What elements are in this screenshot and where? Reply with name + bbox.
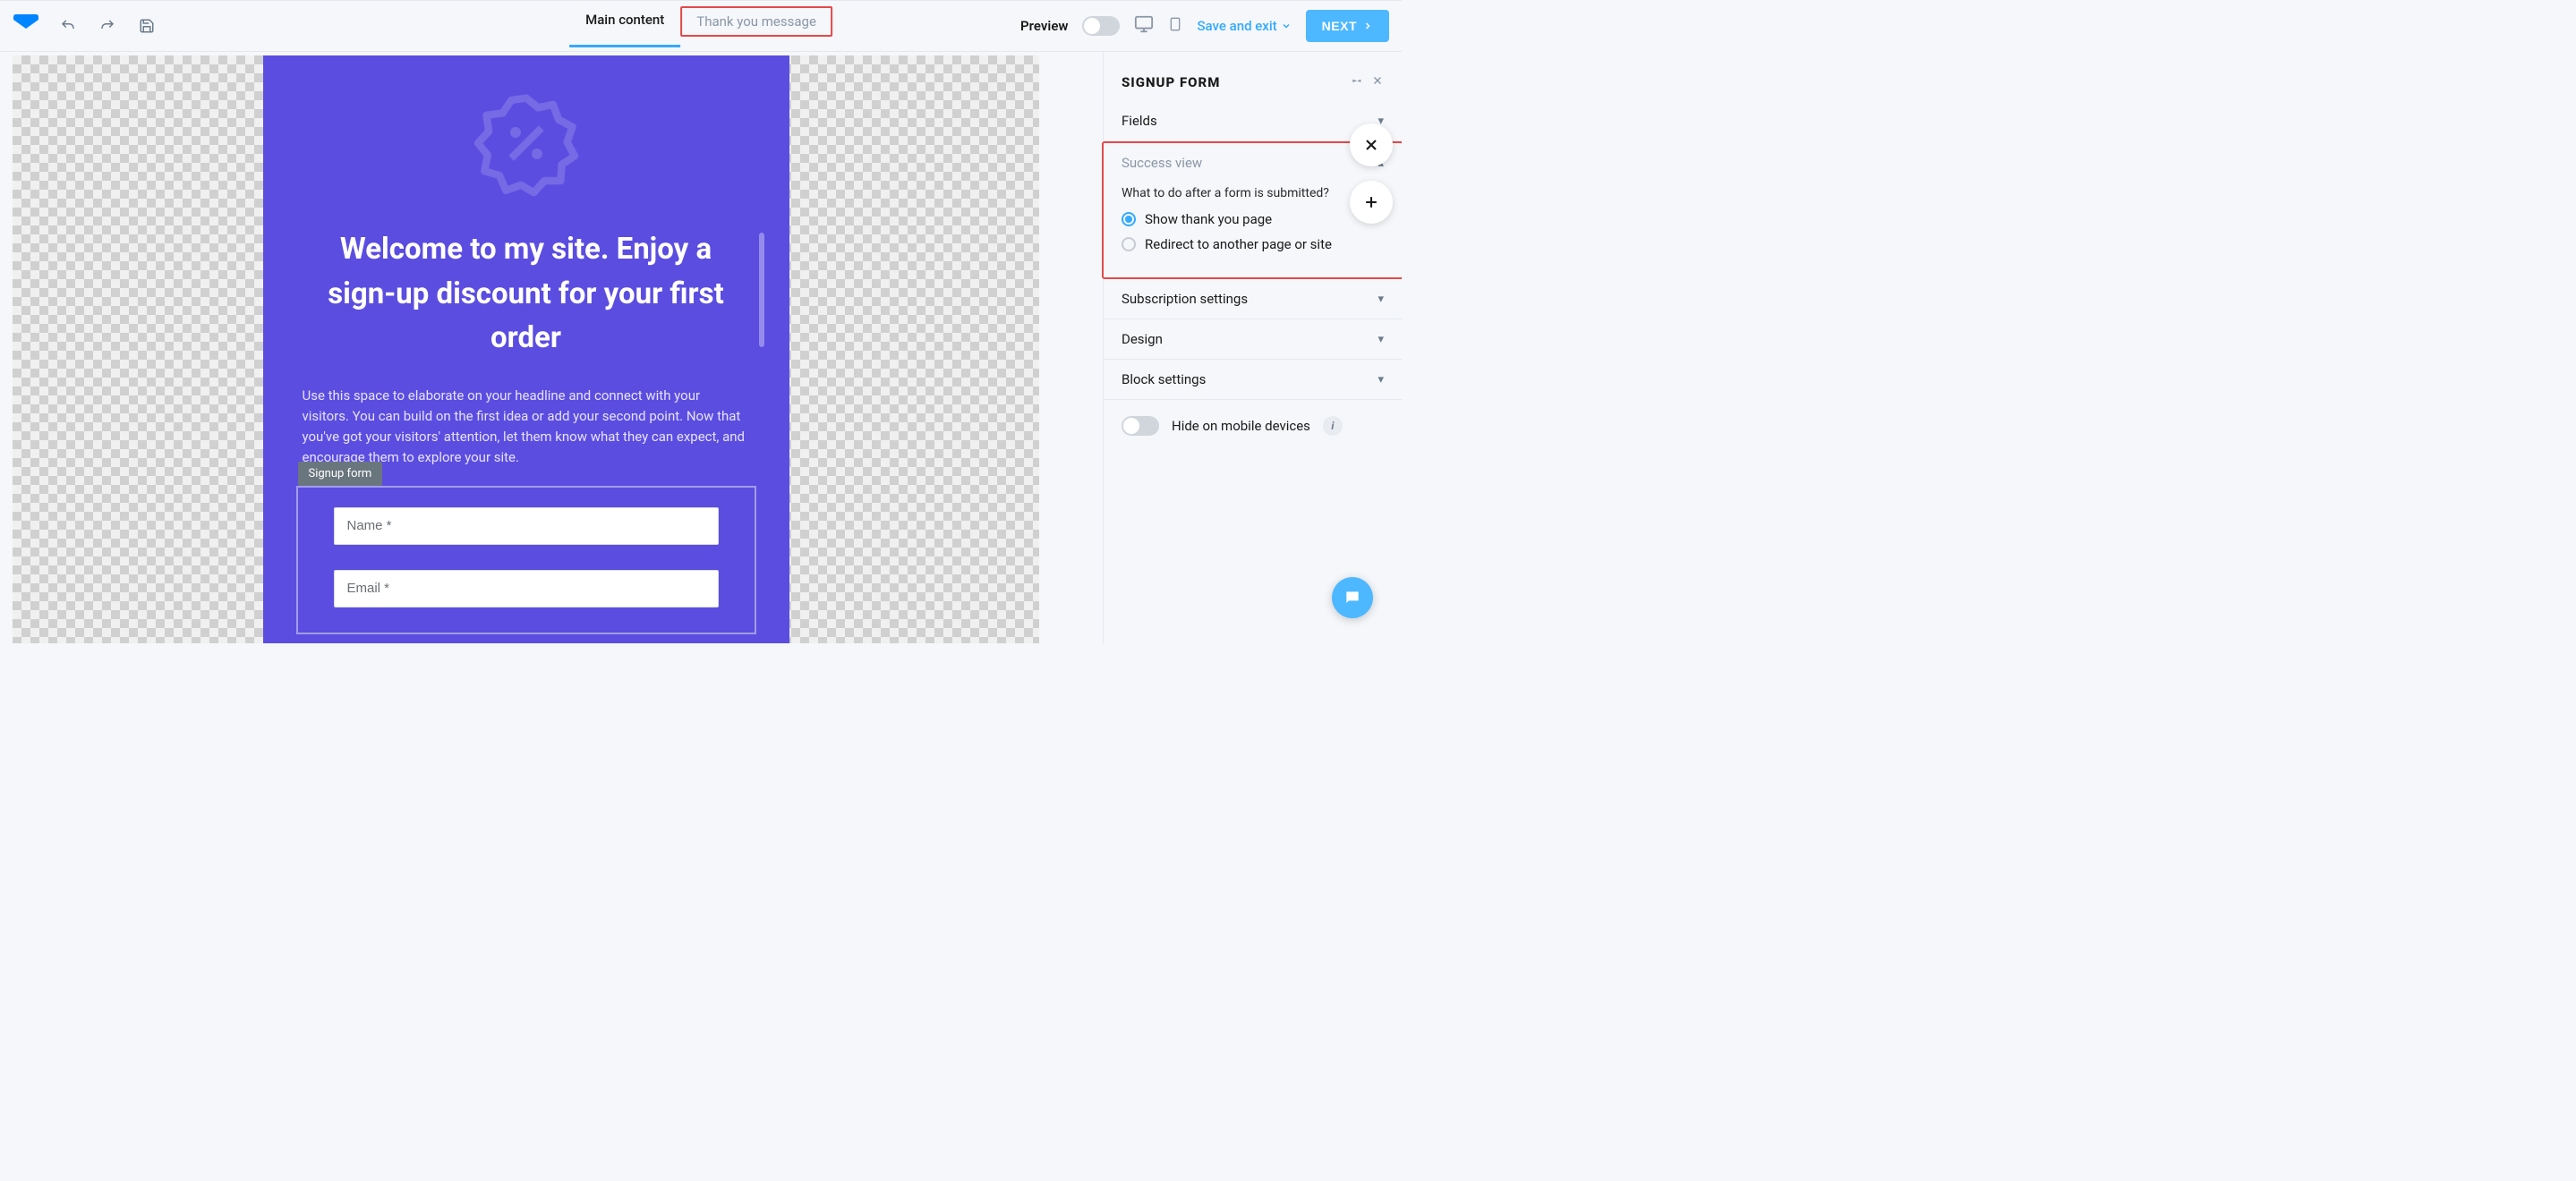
- headline-text: Welcome to my site. Enjoy a sign-up disc…: [297, 227, 755, 361]
- next-label: NEXT: [1322, 19, 1357, 33]
- section-design-label: Design: [1122, 331, 1163, 347]
- chevron-down-icon: ▾: [1378, 373, 1384, 387]
- mobile-icon[interactable]: [1168, 15, 1182, 37]
- success-question: What to do after a form is submitted?: [1122, 186, 1384, 200]
- tab-thank-you[interactable]: Thank you message: [680, 6, 832, 37]
- discount-badge-icon: [473, 89, 580, 200]
- editor-canvas[interactable]: Welcome to my site. Enjoy a sign-up disc…: [13, 55, 1039, 643]
- canvas-area: Welcome to my site. Enjoy a sign-up disc…: [0, 52, 1103, 643]
- preview-label: Preview: [1020, 18, 1068, 34]
- section-subscription-label: Subscription settings: [1122, 291, 1248, 307]
- radio-icon: [1122, 212, 1136, 226]
- tab-main-content[interactable]: Main content: [569, 12, 680, 37]
- undo-icon[interactable]: [57, 15, 79, 37]
- section-success-label: Success view: [1122, 155, 1202, 171]
- chat-support-button[interactable]: [1332, 577, 1373, 618]
- chat-icon: [1343, 589, 1361, 607]
- save-and-exit-button[interactable]: Save and exit: [1197, 18, 1291, 34]
- chevron-down-icon: [1281, 21, 1292, 31]
- hide-mobile-label: Hide on mobile devices: [1172, 418, 1310, 434]
- block-label: Signup form: [298, 462, 383, 486]
- add-block-button[interactable]: [1350, 181, 1393, 224]
- content-tabs: Main content Thank you message: [569, 1, 832, 51]
- section-block-settings[interactable]: Block settings ▾: [1104, 360, 1402, 400]
- close-icon: [1362, 136, 1380, 154]
- hide-on-mobile-row: Hide on mobile devices i: [1104, 400, 1402, 452]
- radio-redirect-label: Redirect to another page or site: [1145, 236, 1332, 252]
- subtext[interactable]: Use this space to elaborate on your head…: [297, 386, 755, 469]
- name-field[interactable]: [334, 507, 719, 545]
- section-fields-label: Fields: [1122, 113, 1157, 129]
- text-scrollbar[interactable]: [759, 233, 764, 347]
- email-field[interactable]: [334, 570, 719, 607]
- pin-icon[interactable]: [1350, 73, 1362, 90]
- chevron-down-icon: ▾: [1378, 333, 1384, 346]
- top-bar: Main content Thank you message Preview S…: [0, 1, 1402, 52]
- radio-icon: [1122, 237, 1136, 251]
- radio-thank-label: Show thank you page: [1145, 211, 1272, 227]
- logo-icon[interactable]: [13, 14, 39, 38]
- info-icon[interactable]: i: [1323, 416, 1343, 436]
- topbar-left: [13, 14, 158, 38]
- radio-redirect[interactable]: Redirect to another page or site: [1122, 236, 1384, 252]
- topbar-right: Preview Save and exit NEXT: [1020, 10, 1389, 42]
- desktop-icon[interactable]: [1134, 14, 1154, 38]
- headline-block[interactable]: Welcome to my site. Enjoy a sign-up disc…: [297, 227, 755, 361]
- section-subscription[interactable]: Subscription settings ▾: [1104, 279, 1402, 319]
- signup-form-block[interactable]: Signup form: [297, 487, 755, 633]
- radio-show-thank-you[interactable]: Show thank you page: [1122, 211, 1384, 227]
- preview-toggle[interactable]: [1082, 16, 1120, 36]
- hide-mobile-toggle[interactable]: [1122, 416, 1159, 436]
- page-content[interactable]: Welcome to my site. Enjoy a sign-up disc…: [263, 55, 789, 643]
- plus-icon: [1362, 193, 1380, 211]
- right-rail: [1350, 123, 1393, 224]
- redo-icon[interactable]: [97, 15, 118, 37]
- chevron-right-icon: [1362, 21, 1373, 31]
- save-icon[interactable]: [136, 15, 158, 37]
- close-panel-button[interactable]: [1350, 123, 1393, 166]
- section-design[interactable]: Design ▾: [1104, 319, 1402, 360]
- sidebar-title: SIGNUP FORM: [1122, 74, 1220, 90]
- next-button[interactable]: NEXT: [1306, 10, 1389, 42]
- chevron-down-icon: ▾: [1378, 293, 1384, 306]
- close-sidebar-icon[interactable]: [1371, 73, 1384, 90]
- save-exit-label: Save and exit: [1197, 18, 1276, 34]
- section-block-label: Block settings: [1122, 371, 1206, 387]
